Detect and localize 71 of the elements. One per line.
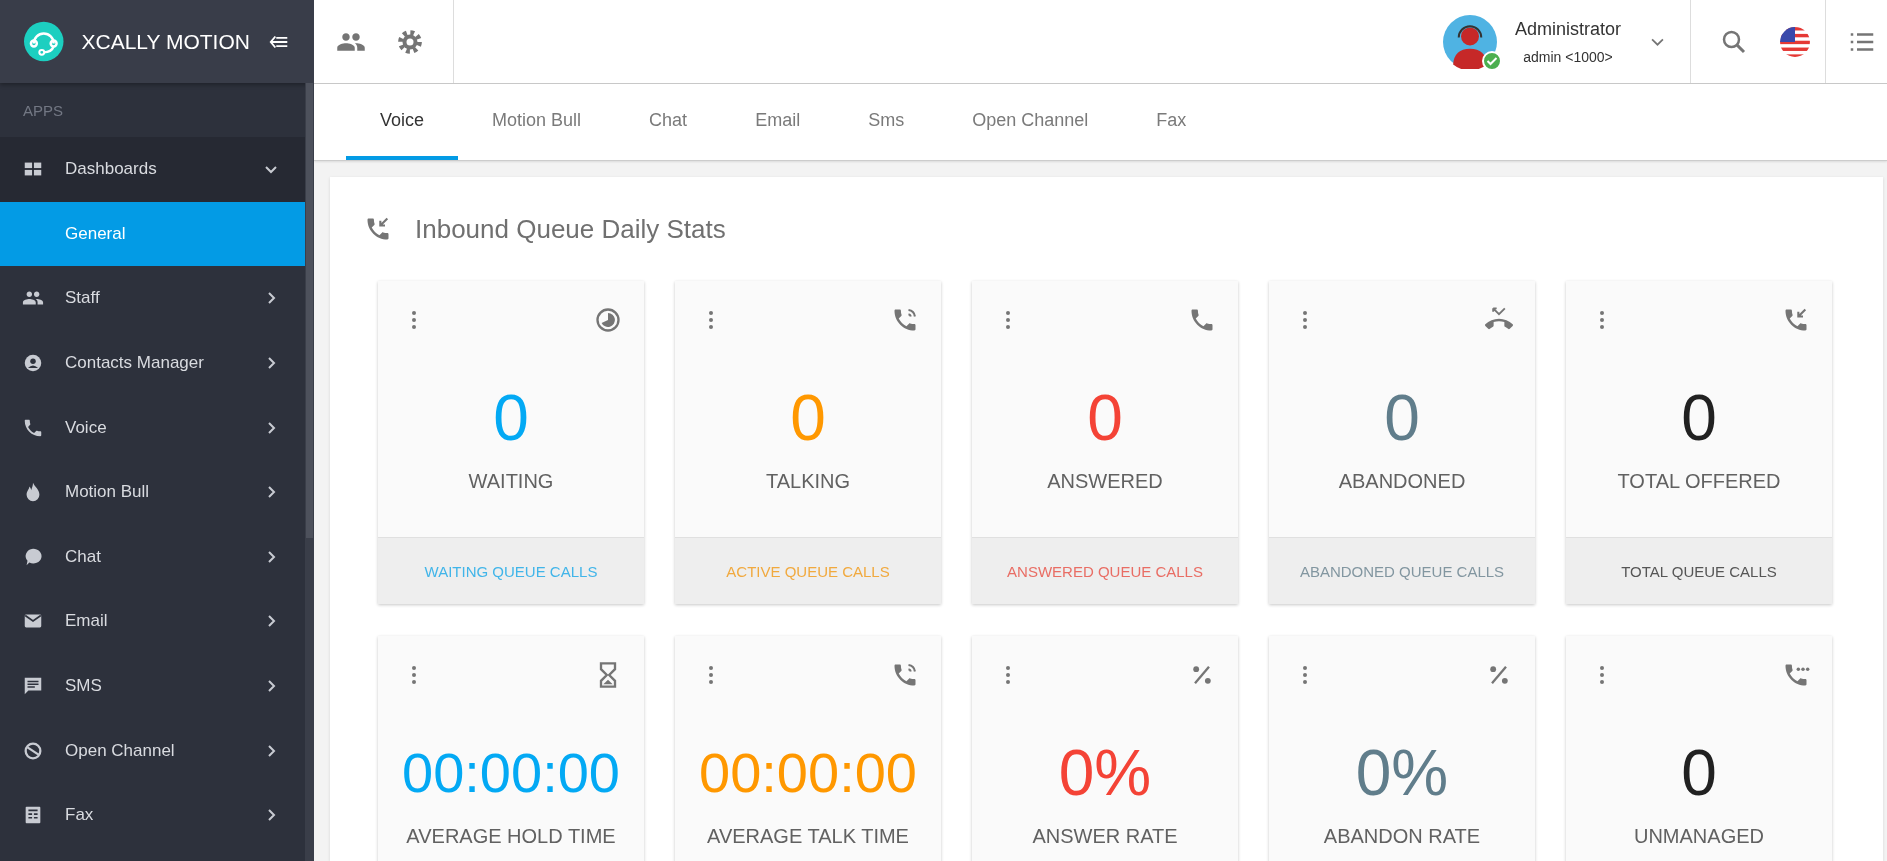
more-options-icon[interactable] bbox=[707, 663, 715, 687]
chevron-right-icon bbox=[265, 292, 277, 305]
stat-value: 0% bbox=[1058, 736, 1152, 811]
nav-item[interactable]: Dashboards bbox=[0, 137, 305, 202]
tab[interactable]: Voice bbox=[346, 84, 459, 160]
avatar-icon bbox=[1442, 14, 1497, 69]
panel-title: Inbound Queue Daily Stats bbox=[415, 213, 726, 245]
stat-label: ANSWER RATE bbox=[1032, 825, 1178, 848]
tab[interactable]: Fax bbox=[1122, 84, 1221, 160]
stat-label: TALKING bbox=[765, 470, 851, 493]
chevron-right-icon bbox=[265, 357, 277, 370]
nav-item[interactable]: Chat bbox=[0, 524, 305, 590]
stat-value: 0 bbox=[1681, 381, 1717, 456]
chevron-down-icon bbox=[265, 163, 277, 176]
nav-item[interactable]: Staff bbox=[0, 266, 305, 331]
scrollbar[interactable] bbox=[305, 83, 314, 861]
chevron-down-icon bbox=[1651, 37, 1664, 46]
stat-value: 0 bbox=[1087, 381, 1123, 456]
section-label: APPS bbox=[22, 100, 65, 121]
more-options-icon[interactable] bbox=[707, 308, 715, 332]
stat-value: 0 bbox=[1681, 736, 1717, 811]
stat-label: ABANDON RATE bbox=[1323, 825, 1481, 848]
chevron-right-icon bbox=[265, 550, 277, 563]
nav-item[interactable]: Motion Bull bbox=[0, 459, 305, 525]
stat-value: 00:00:00 bbox=[402, 740, 620, 806]
more-options-icon[interactable] bbox=[410, 308, 418, 332]
tab[interactable]: Chat bbox=[615, 84, 722, 160]
nav-item[interactable]: SMS bbox=[0, 653, 305, 719]
more-options-icon[interactable] bbox=[1004, 308, 1012, 332]
chevron-right-icon bbox=[265, 809, 277, 822]
nav-item[interactable]: Fax bbox=[0, 782, 305, 848]
nav-item[interactable]: Email bbox=[0, 589, 305, 654]
user-menu[interactable]: Administrator admin <1000> bbox=[1442, 0, 1691, 83]
stat-value: 0% bbox=[1355, 736, 1449, 811]
brand-name: XCALLY MOTION bbox=[81, 29, 250, 54]
user-name: Administrator bbox=[1514, 18, 1621, 40]
stat-value: 0 bbox=[493, 381, 529, 456]
more-options-icon[interactable] bbox=[1598, 308, 1606, 332]
nav-item[interactable]: Contacts Manager bbox=[0, 330, 305, 396]
more-options-icon[interactable] bbox=[1301, 663, 1309, 687]
stat-label: TOTAL OFFERED bbox=[1617, 470, 1781, 493]
logo-icon bbox=[24, 20, 64, 63]
tab[interactable]: Email bbox=[721, 84, 835, 160]
tab[interactable]: Open Channel bbox=[938, 84, 1123, 160]
more-options-icon[interactable] bbox=[1598, 663, 1606, 687]
stat-value: 00:00:00 bbox=[699, 740, 917, 806]
stat-label: AVERAGE TALK TIME bbox=[707, 825, 909, 848]
chevron-right-icon bbox=[265, 615, 277, 628]
user-account: admin <1000> bbox=[1523, 48, 1613, 65]
chevron-right-icon bbox=[265, 486, 277, 499]
stat-label: ANSWERED bbox=[1047, 470, 1163, 493]
stat-label: WAITING bbox=[468, 470, 554, 493]
chevron-right-icon bbox=[265, 744, 277, 757]
tab[interactable]: Sms bbox=[834, 84, 939, 160]
scrollbar-thumb[interactable] bbox=[306, 83, 313, 538]
more-options-icon[interactable] bbox=[1301, 308, 1309, 332]
stat-value: 0 bbox=[790, 381, 826, 456]
card-footer-link[interactable]: TOTAL QUEUE CALLS bbox=[1566, 537, 1832, 604]
more-options-icon[interactable] bbox=[410, 663, 418, 687]
chevron-right-icon bbox=[265, 421, 277, 434]
stat-value: 0 bbox=[1384, 381, 1420, 456]
chevron-right-icon bbox=[265, 680, 277, 693]
stat-label: UNMANAGED bbox=[1634, 825, 1764, 848]
stat-label: ABANDONED bbox=[1338, 470, 1466, 493]
clock-pie-icon bbox=[594, 306, 622, 334]
nav-item[interactable]: Voice bbox=[0, 395, 305, 460]
tab[interactable]: Motion Bull bbox=[458, 84, 616, 160]
nav-item[interactable]: Open Channel bbox=[0, 718, 305, 783]
more-options-icon[interactable] bbox=[1004, 663, 1012, 687]
flag-icon[interactable] bbox=[1779, 25, 1811, 58]
stat-label: AVERAGE HOLD TIME bbox=[406, 825, 616, 848]
